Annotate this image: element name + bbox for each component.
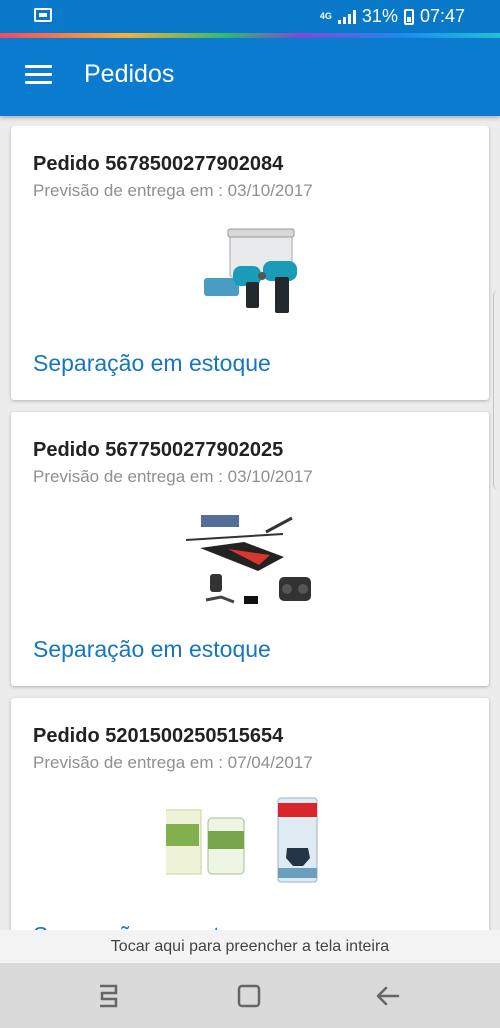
notification-icon xyxy=(34,8,52,22)
order-title: Pedido 5678500277902084 xyxy=(33,153,284,175)
page-title: Pedidos xyxy=(84,60,175,88)
rc-helicopter-image xyxy=(185,515,311,604)
menu-icon[interactable] xyxy=(25,65,52,85)
order-card[interactable]: Pedido 5677500277902025 Previsão de entr… xyxy=(11,412,489,686)
recent-apps-icon[interactable] xyxy=(93,981,123,1011)
back-icon[interactable] xyxy=(373,981,403,1011)
order-card[interactable]: Pedido 5201500250515654 Previsão de entr… xyxy=(11,698,489,930)
delivery-date: Previsão de entrega em : 03/10/2017 xyxy=(33,181,313,200)
pet-supplements-image xyxy=(166,797,318,883)
battery-icon xyxy=(403,8,414,25)
home-icon[interactable] xyxy=(234,981,264,1011)
drill-kit-image xyxy=(204,228,297,313)
order-status[interactable]: Separação em estoque xyxy=(33,636,271,663)
status-bar: 4G 31% 07:47 xyxy=(0,0,500,33)
navigation-bar xyxy=(0,963,500,1028)
status-info: 4G 31% 07:47 xyxy=(320,6,465,27)
app-bar: Pedidos xyxy=(0,38,500,116)
scroll-indicator[interactable] xyxy=(493,290,500,490)
battery-percent: 31% xyxy=(361,6,398,26)
order-status[interactable]: Separação em estoque xyxy=(33,350,271,377)
delivery-date: Previsão de entrega em : 07/04/2017 xyxy=(33,753,313,772)
network-label: 4G xyxy=(319,11,332,21)
orders-list[interactable]: Pedido 5678500277902084 Previsão de entr… xyxy=(0,126,500,930)
order-status[interactable]: Separação em estoque xyxy=(33,922,271,930)
order-card[interactable]: Pedido 5678500277902084 Previsão de entr… xyxy=(11,126,489,400)
signal-icon xyxy=(337,9,356,24)
delivery-date: Previsão de entrega em : 03/10/2017 xyxy=(33,467,313,486)
fill-screen-tip[interactable]: Tocar aqui para preencher a tela inteira xyxy=(0,930,500,963)
order-title: Pedido 5677500277902025 xyxy=(33,439,284,461)
clock: 07:47 xyxy=(419,6,465,26)
order-title: Pedido 5201500250515654 xyxy=(33,725,284,747)
